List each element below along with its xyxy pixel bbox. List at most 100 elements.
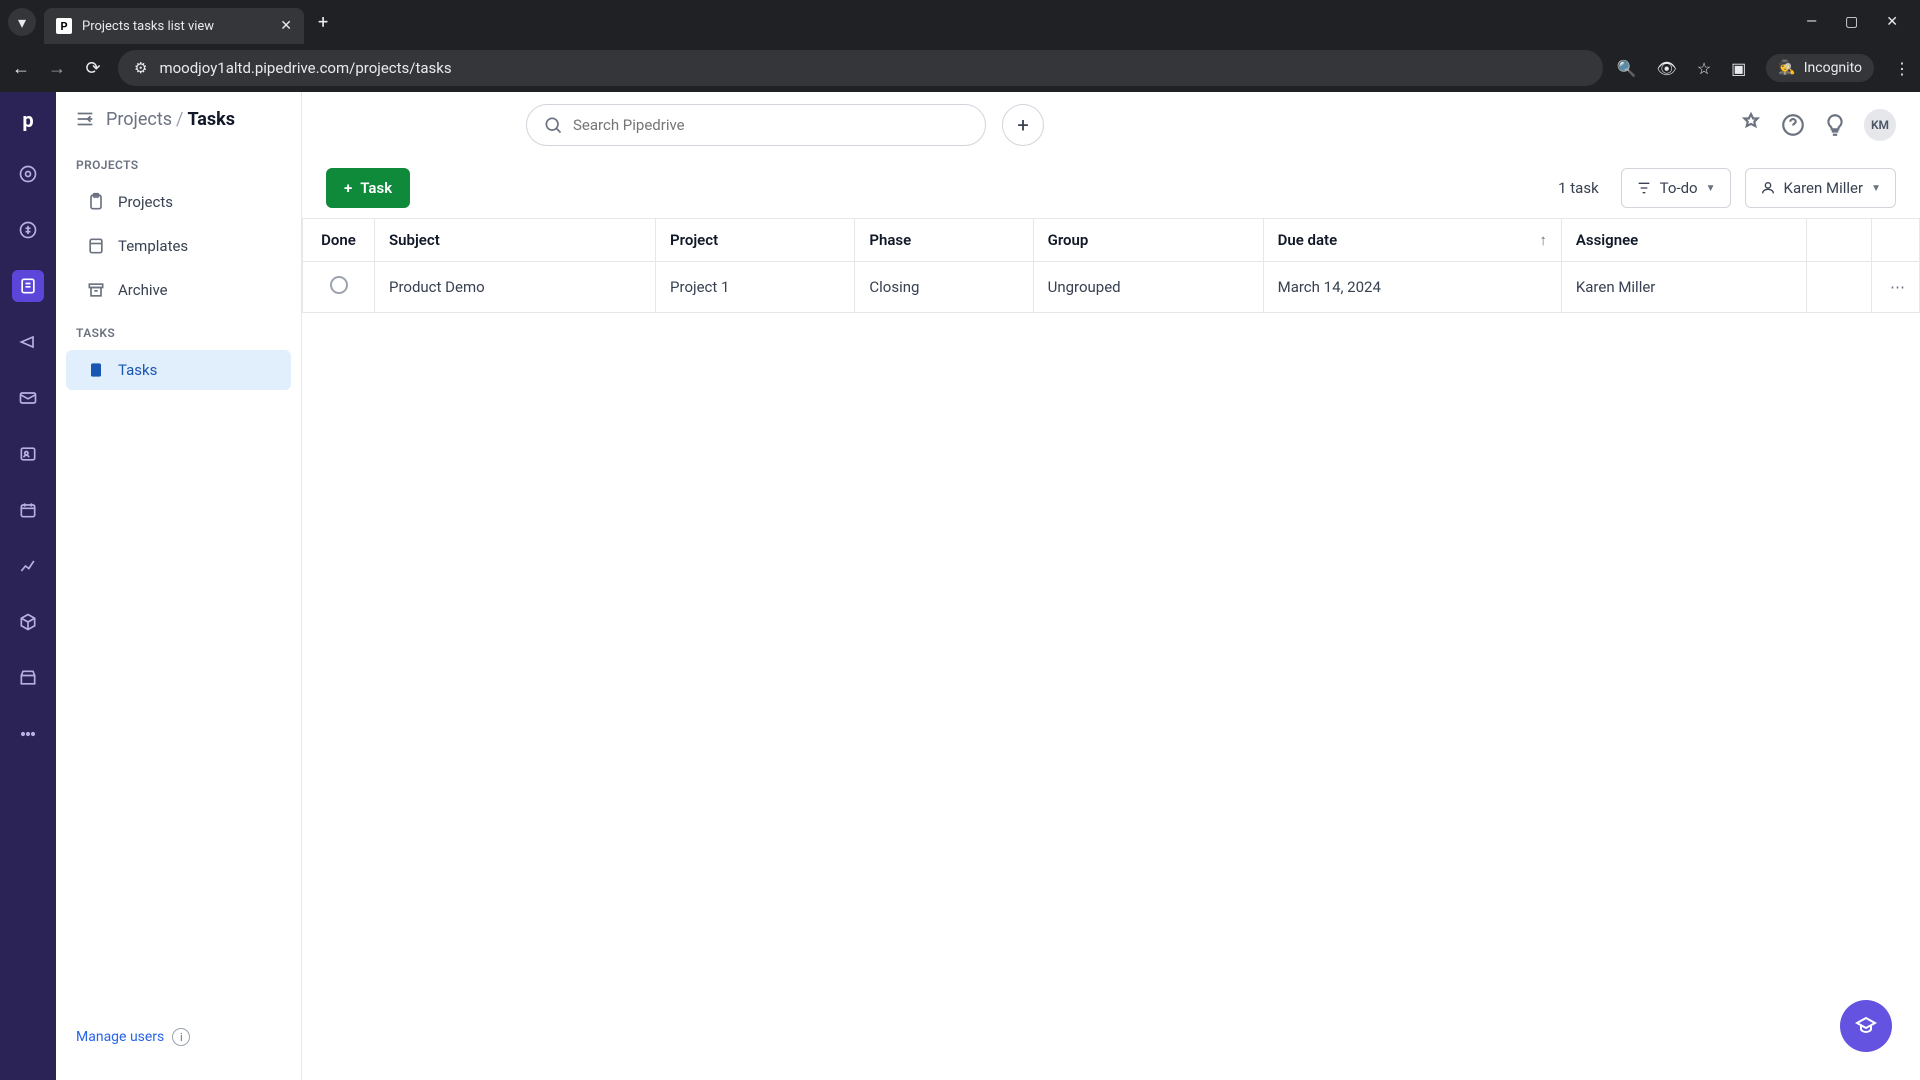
user-icon bbox=[1760, 180, 1776, 196]
tab-search-icon[interactable]: ▾ bbox=[8, 8, 36, 36]
rail-mail-icon[interactable] bbox=[12, 382, 44, 414]
forward-icon[interactable]: → bbox=[46, 58, 68, 79]
template-icon bbox=[86, 236, 106, 256]
col-menu bbox=[1872, 219, 1920, 262]
rail-products-icon[interactable] bbox=[12, 606, 44, 638]
close-window-icon[interactable]: ✕ bbox=[1886, 14, 1898, 30]
breadcrumb-parent[interactable]: Projects bbox=[106, 109, 172, 130]
nav-rail: p bbox=[0, 92, 56, 1080]
app-logo-icon[interactable]: p bbox=[14, 106, 42, 134]
tab-title: Projects tasks list view bbox=[82, 19, 268, 34]
tasks-icon bbox=[86, 360, 106, 380]
rail-insights-icon[interactable] bbox=[12, 550, 44, 582]
info-icon[interactable]: i bbox=[172, 1028, 190, 1046]
col-group[interactable]: Group bbox=[1033, 219, 1263, 262]
app-container: p Projects/Tasks PROJECTS Projects Templ… bbox=[0, 92, 1920, 1080]
site-settings-icon[interactable]: ⚙ bbox=[134, 59, 147, 77]
minimize-icon[interactable]: — bbox=[1806, 14, 1817, 30]
add-task-button[interactable]: + Task bbox=[326, 168, 410, 208]
rail-marketplace-icon[interactable] bbox=[12, 662, 44, 694]
row-actions-icon[interactable]: ⋯ bbox=[1872, 262, 1920, 313]
rail-contacts-icon[interactable] bbox=[12, 438, 44, 470]
browser-menu-icon[interactable]: ⋮ bbox=[1894, 59, 1910, 78]
lightbulb-icon[interactable] bbox=[1822, 112, 1848, 138]
search-input[interactable] bbox=[526, 104, 986, 146]
help-fab[interactable] bbox=[1840, 1000, 1892, 1052]
main-content: + KM + Task 1 task To-do ▼ Karen Miller … bbox=[302, 92, 1920, 1080]
sidebar-item-tasks[interactable]: Tasks bbox=[66, 350, 291, 390]
rail-projects-icon[interactable] bbox=[12, 270, 44, 302]
cell-assignee: Karen Miller bbox=[1561, 262, 1806, 313]
academy-icon bbox=[1854, 1014, 1878, 1038]
filter-status-button[interactable]: To-do ▼ bbox=[1621, 168, 1731, 208]
sidebar-item-label: Archive bbox=[118, 281, 168, 299]
table-header-row: Done Subject Project Phase Group Due dat… bbox=[303, 219, 1920, 262]
topbar: + KM bbox=[302, 92, 1920, 158]
done-checkbox[interactable] bbox=[330, 276, 348, 294]
avatar[interactable]: KM bbox=[1864, 109, 1896, 141]
sidebar-section-tasks: TASKS bbox=[56, 312, 301, 348]
search-field[interactable] bbox=[573, 116, 969, 134]
close-tab-icon[interactable]: ✕ bbox=[280, 18, 292, 34]
task-count: 1 task bbox=[1558, 179, 1599, 197]
browser-tab[interactable]: P Projects tasks list view ✕ bbox=[44, 8, 304, 44]
rail-campaigns-icon[interactable] bbox=[12, 326, 44, 358]
task-table: Done Subject Project Phase Group Due dat… bbox=[302, 218, 1920, 1080]
search-icon bbox=[543, 115, 563, 135]
cell-group: Ungrouped bbox=[1033, 262, 1263, 313]
sidebar-item-projects[interactable]: Projects bbox=[66, 182, 291, 222]
reload-icon[interactable]: ⟳ bbox=[82, 58, 104, 79]
sidebar-item-archive[interactable]: Archive bbox=[66, 270, 291, 310]
rail-leads-icon[interactable] bbox=[12, 158, 44, 190]
rail-more-icon[interactable] bbox=[12, 718, 44, 750]
clipboard-icon bbox=[86, 192, 106, 212]
bookmark-icon[interactable]: ☆ bbox=[1697, 59, 1711, 78]
zoom-icon[interactable]: 🔍 bbox=[1617, 59, 1637, 78]
browser-chrome: ▾ P Projects tasks list view ✕ + — ▢ ✕ ←… bbox=[0, 0, 1920, 92]
eye-off-icon[interactable]: 👁 bbox=[1657, 59, 1677, 78]
chevron-down-icon: ▼ bbox=[1706, 183, 1716, 194]
breadcrumb: Projects/Tasks bbox=[106, 109, 235, 130]
table-row[interactable]: Product Demo Project 1 Closing Ungrouped… bbox=[303, 262, 1920, 313]
filter-user-button[interactable]: Karen Miller ▼ bbox=[1745, 168, 1896, 208]
manage-users-link[interactable]: Manage users bbox=[76, 1029, 164, 1045]
col-done[interactable]: Done bbox=[303, 219, 375, 262]
plus-icon: + bbox=[344, 179, 352, 197]
col-assignee[interactable]: Assignee bbox=[1561, 219, 1806, 262]
new-tab-button[interactable]: + bbox=[318, 12, 328, 33]
filter-status-label: To-do bbox=[1660, 179, 1698, 197]
toolbar: + Task 1 task To-do ▼ Karen Miller ▼ bbox=[302, 158, 1920, 218]
rail-deals-icon[interactable] bbox=[12, 214, 44, 246]
cell-spacer bbox=[1806, 262, 1871, 313]
incognito-badge[interactable]: 🕵 Incognito bbox=[1766, 54, 1874, 82]
cell-project: Project 1 bbox=[656, 262, 855, 313]
sidebar-item-label: Templates bbox=[118, 237, 188, 255]
sidebar-item-templates[interactable]: Templates bbox=[66, 226, 291, 266]
col-phase[interactable]: Phase bbox=[855, 219, 1033, 262]
collapse-sidebar-icon[interactable] bbox=[74, 108, 96, 130]
filter-icon bbox=[1636, 180, 1652, 196]
panel-icon[interactable]: ▣ bbox=[1731, 59, 1746, 78]
incognito-icon: 🕵 bbox=[1778, 60, 1795, 76]
extension-icon[interactable] bbox=[1738, 112, 1764, 138]
chevron-down-icon: ▼ bbox=[1871, 183, 1881, 194]
rail-calendar-icon[interactable] bbox=[12, 494, 44, 526]
sidebar-item-label: Tasks bbox=[118, 361, 157, 379]
add-task-label: Task bbox=[360, 179, 392, 197]
url-field[interactable]: ⚙ moodjoy1altd.pipedrive.com/projects/ta… bbox=[118, 50, 1603, 86]
cell-subject: Product Demo bbox=[375, 262, 656, 313]
cell-due: March 14, 2024 bbox=[1263, 262, 1561, 313]
col-due[interactable]: Due date↑ bbox=[1263, 219, 1561, 262]
favicon-icon: P bbox=[56, 18, 72, 34]
archive-icon bbox=[86, 280, 106, 300]
col-project[interactable]: Project bbox=[656, 219, 855, 262]
quick-add-button[interactable]: + bbox=[1002, 104, 1044, 146]
col-subject[interactable]: Subject bbox=[375, 219, 656, 262]
help-icon[interactable] bbox=[1780, 112, 1806, 138]
back-icon[interactable]: ← bbox=[10, 58, 32, 79]
sidebar-item-label: Projects bbox=[118, 193, 173, 211]
maximize-icon[interactable]: ▢ bbox=[1845, 14, 1858, 30]
url-text: moodjoy1altd.pipedrive.com/projects/task… bbox=[159, 59, 451, 77]
address-bar: ← → ⟳ ⚙ moodjoy1altd.pipedrive.com/proje… bbox=[0, 44, 1920, 92]
sidebar: Projects/Tasks PROJECTS Projects Templat… bbox=[56, 92, 302, 1080]
